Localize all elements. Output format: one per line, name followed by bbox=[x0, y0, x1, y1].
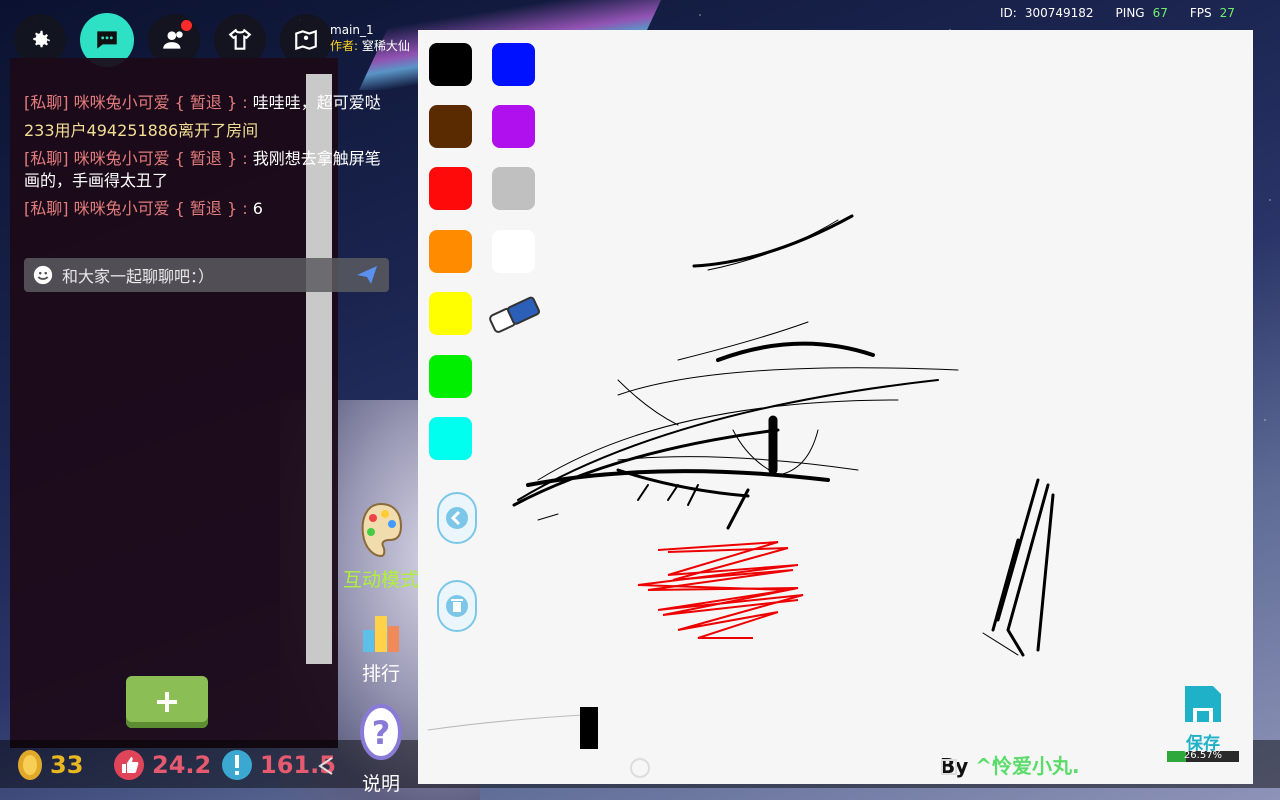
ping-label: PING bbox=[1115, 6, 1145, 20]
ranking-label: 排行 bbox=[361, 663, 400, 685]
drawing-canvas[interactable] bbox=[418, 30, 1253, 784]
chat-sender: [私聊] 咪咪兔小可爱 { 暂退 } : bbox=[24, 199, 248, 218]
system-message: 233用户494251886离开了房间 bbox=[24, 121, 259, 140]
chat-sender: [私聊] 咪咪兔小可爱 { 暂退 } : bbox=[24, 93, 248, 112]
back-icon[interactable] bbox=[318, 756, 334, 776]
home-icon[interactable] bbox=[628, 756, 652, 780]
thumbs-up-icon bbox=[114, 750, 144, 780]
ping-value: 67 bbox=[1152, 6, 1168, 20]
fps-label: FPS bbox=[1189, 6, 1212, 20]
chat-input-placeholder: 和大家一起聊聊吧：） bbox=[62, 267, 215, 286]
ranking-icon bbox=[363, 616, 399, 652]
gear-icon bbox=[33, 30, 50, 48]
chat-text: 6 bbox=[247, 199, 263, 218]
chat-message: [私聊] 咪咪兔小可爱 { 暂退 } : 6 bbox=[24, 198, 390, 220]
network-stats: ID: 300749182 PING 67 FPS 27 bbox=[1000, 6, 1249, 20]
users-icon bbox=[163, 31, 183, 49]
shirt-icon bbox=[228, 28, 252, 50]
add-button[interactable] bbox=[126, 676, 208, 728]
id-label: ID: bbox=[1000, 6, 1017, 20]
chat-message: [私聊] 咪咪兔小可爱 { 暂退 } : 我刚想去拿触屏笔画的，手画得太丑了 bbox=[24, 148, 390, 192]
coin-value: 33 bbox=[50, 751, 84, 779]
system-nav-bar bbox=[318, 738, 1280, 788]
coin-icon bbox=[18, 750, 42, 780]
map-pin-icon bbox=[295, 29, 317, 51]
like-stat: 24.2 bbox=[112, 748, 211, 782]
room-name: main_1 bbox=[330, 23, 374, 37]
chat-sender: [私聊] 咪咪兔小可爱 { 暂退 } : bbox=[24, 149, 248, 168]
chat-text: 哇哇哇，超可爱哒 bbox=[247, 93, 381, 112]
chat-message: [私聊] 咪咪兔小可爱 { 暂退 } : 哇哇哇，超可爱哒 bbox=[24, 92, 390, 114]
recents-icon[interactable] bbox=[940, 758, 958, 776]
room-info: main_1 作者: 窒稀大仙 bbox=[330, 22, 410, 54]
palette-icon bbox=[361, 502, 403, 558]
like-value: 24.2 bbox=[152, 751, 212, 779]
floppy-disk-icon bbox=[1185, 686, 1221, 722]
id-value: 300749182 bbox=[1024, 6, 1094, 20]
exclamation-icon bbox=[222, 750, 252, 780]
sketch-strokes bbox=[427, 214, 1055, 749]
interact-mode-button[interactable]: 互动模式 bbox=[340, 500, 422, 592]
chat-input[interactable]: 和大家一起聊聊吧：） bbox=[24, 258, 389, 292]
fps-value: 27 bbox=[1219, 6, 1235, 20]
plus-icon bbox=[157, 692, 177, 712]
ranking-button[interactable]: 排行 bbox=[340, 610, 422, 686]
notification-dot bbox=[181, 20, 192, 31]
emoji-icon[interactable] bbox=[32, 264, 54, 286]
send-icon[interactable] bbox=[355, 263, 379, 287]
coin-stat: 33 bbox=[16, 748, 83, 782]
author-name: 窒稀大仙 bbox=[361, 39, 410, 53]
interact-mode-label: 互动模式 bbox=[342, 569, 419, 591]
chat-bubble-icon bbox=[97, 31, 117, 49]
chat-log: [私聊] 咪咪兔小可爱 { 暂退 } : 哇哇哇，超可爱哒 233用户49425… bbox=[24, 92, 390, 226]
author-label: 作者: bbox=[330, 39, 359, 53]
